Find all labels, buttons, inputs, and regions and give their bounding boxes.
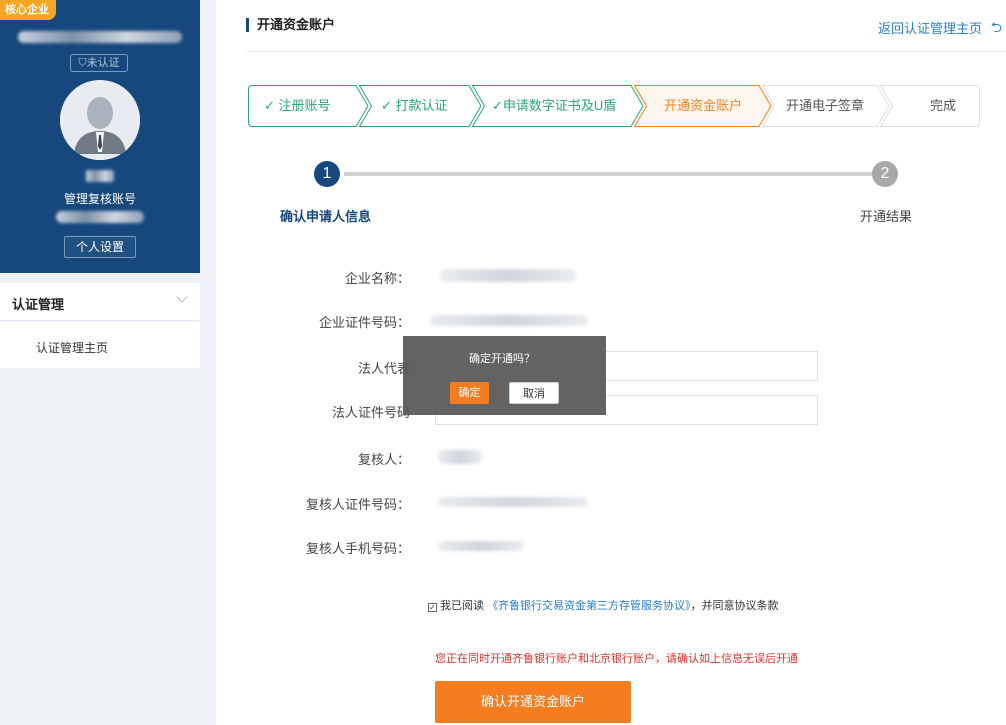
legal-id-label: 法人证件号码 xyxy=(331,405,410,420)
cert-status-label: 未认证 xyxy=(86,57,120,69)
form-row-legal-rep: 法人代表 xyxy=(216,351,1006,381)
step-label: 开通资金账户 xyxy=(664,98,743,113)
company-name-value-redacted xyxy=(440,269,576,282)
step-register-account: ✓ 注册账号 xyxy=(248,85,369,127)
page-title: 开通资金账户 xyxy=(246,18,335,32)
company-name-redacted xyxy=(18,31,182,43)
personal-settings-button[interactable]: 个人设置 xyxy=(64,236,136,258)
form-row-company-id: 企业证件号码： xyxy=(216,305,1006,335)
user-silhouette-icon xyxy=(60,80,140,160)
form-row-reviewer-phone: 复核人手机号码： xyxy=(216,531,1006,561)
reviewer-phone-value-redacted xyxy=(438,541,524,551)
step-e-signature: 开通电子签章 xyxy=(762,85,890,127)
back-to-certification-home-link[interactable]: 返回认证管理主页 xyxy=(878,18,982,37)
step-label: ✓申请数字证书及U盾 xyxy=(492,98,617,113)
company-name-label: 企业名称： xyxy=(344,271,410,286)
progress-label-confirm-info: 确认申请人信息 xyxy=(280,209,372,224)
reviewer-id-value-redacted xyxy=(438,497,588,507)
sidebar-item-certification-home[interactable]: 认证管理主页 xyxy=(0,322,200,368)
step-label: 完成 xyxy=(930,98,957,113)
step-complete: 完成 xyxy=(880,85,980,127)
menu-group-certification[interactable]: 认证管理 xyxy=(0,283,200,321)
shield-icon: ⛉ xyxy=(78,57,87,69)
agreement-line: ✓ 我已阅读 《齐鲁银行交易资金第三方存管服务协议》，并同意协议条款 xyxy=(428,597,779,613)
check-icon: ✓ xyxy=(264,98,279,113)
reviewer-label: 复核人： xyxy=(357,452,410,467)
confirm-popover: 确定开通吗？ 确定 取消 xyxy=(403,336,606,415)
form-row-reviewer: 复核人： xyxy=(216,442,1006,472)
step-indicator: ✓ 注册账号 ✓ 打款认证 ✓申请数字证书及U盾 开通资金账户 开通电子签章 完… xyxy=(248,85,980,127)
popover-ok-button[interactable]: 确定 xyxy=(450,382,489,404)
company-id-value-redacted xyxy=(430,315,588,326)
agreement-link[interactable]: 《齐鲁银行交易资金第三方存管服务协议》 xyxy=(487,600,691,612)
progress-label-result: 开通结果 xyxy=(860,209,913,224)
core-enterprise-badge: 核心企业 xyxy=(0,0,56,20)
form-row-legal-id: 法人证件号码 xyxy=(216,395,1006,425)
form-row-reviewer-id: 复核人证件号码： xyxy=(216,487,1006,517)
step-payment-verification: ✓ 打款认证 xyxy=(359,85,482,127)
reviewer-phone-label: 复核人手机号码： xyxy=(305,541,410,556)
reviewer-id-label: 复核人证件号码： xyxy=(305,497,410,512)
account-id-redacted xyxy=(56,211,144,223)
sidebar: 核心企业 ⛉未认证 管理复核账号 个人设置 认证管理 认证管理主页 xyxy=(0,0,200,725)
return-icon[interactable]: ⮌ xyxy=(991,17,1002,41)
step-label: 开通电子签章 xyxy=(786,98,865,113)
step-open-fund-account: 开通资金账户 xyxy=(634,85,772,127)
step-label: ✓ 打款认证 xyxy=(381,98,448,113)
step-digital-certificate: ✓申请数字证书及U盾 xyxy=(472,85,644,127)
company-id-label: 企业证件号码： xyxy=(318,315,410,330)
confirm-open-fund-account-button[interactable]: 确认开通资金账户 xyxy=(435,681,631,723)
warning-message: 您正在同时开通齐鲁银行账户和北京银行账户，请确认如上信息无误后开通 xyxy=(435,653,798,665)
page-header: 开通资金账户 返回认证管理主页 ⮌ xyxy=(246,18,1006,52)
popover-cancel-button[interactable]: 取消 xyxy=(509,382,559,404)
main-content: 开通资金账户 返回认证管理主页 ⮌ ✓ 注册账号 ✓ 打款认证 ✓申请数字证书及… xyxy=(216,0,1006,725)
check-icon: ✓ xyxy=(381,98,396,113)
reviewer-value-redacted xyxy=(438,450,482,464)
cert-status-badge: ⛉未认证 xyxy=(70,54,128,72)
progress-track xyxy=(344,172,874,176)
account-role: 管理复核账号 xyxy=(63,192,136,206)
avatar xyxy=(60,80,140,160)
form-row-company-name: 企业名称： xyxy=(216,261,1006,291)
menu-group-label: 认证管理 xyxy=(12,297,65,312)
profile-panel: 核心企业 ⛉未认证 管理复核账号 个人设置 xyxy=(0,0,200,273)
progress-node-1: 1 xyxy=(314,161,340,187)
check-icon: ✓ xyxy=(492,98,503,113)
popover-message: 确定开通吗？ xyxy=(469,353,535,365)
step-label: ✓ 注册账号 xyxy=(264,98,331,113)
agreement-prefix: 我已阅读 xyxy=(440,600,484,612)
agreement-checkbox[interactable]: ✓ xyxy=(428,603,437,612)
progress-node-2: 2 xyxy=(872,161,898,187)
chevron-down-icon xyxy=(176,291,188,303)
user-name-redacted xyxy=(86,170,114,182)
sidebar-item-label: 认证管理主页 xyxy=(36,341,109,355)
agreement-suffix: ，并同意协议条款 xyxy=(690,600,779,612)
